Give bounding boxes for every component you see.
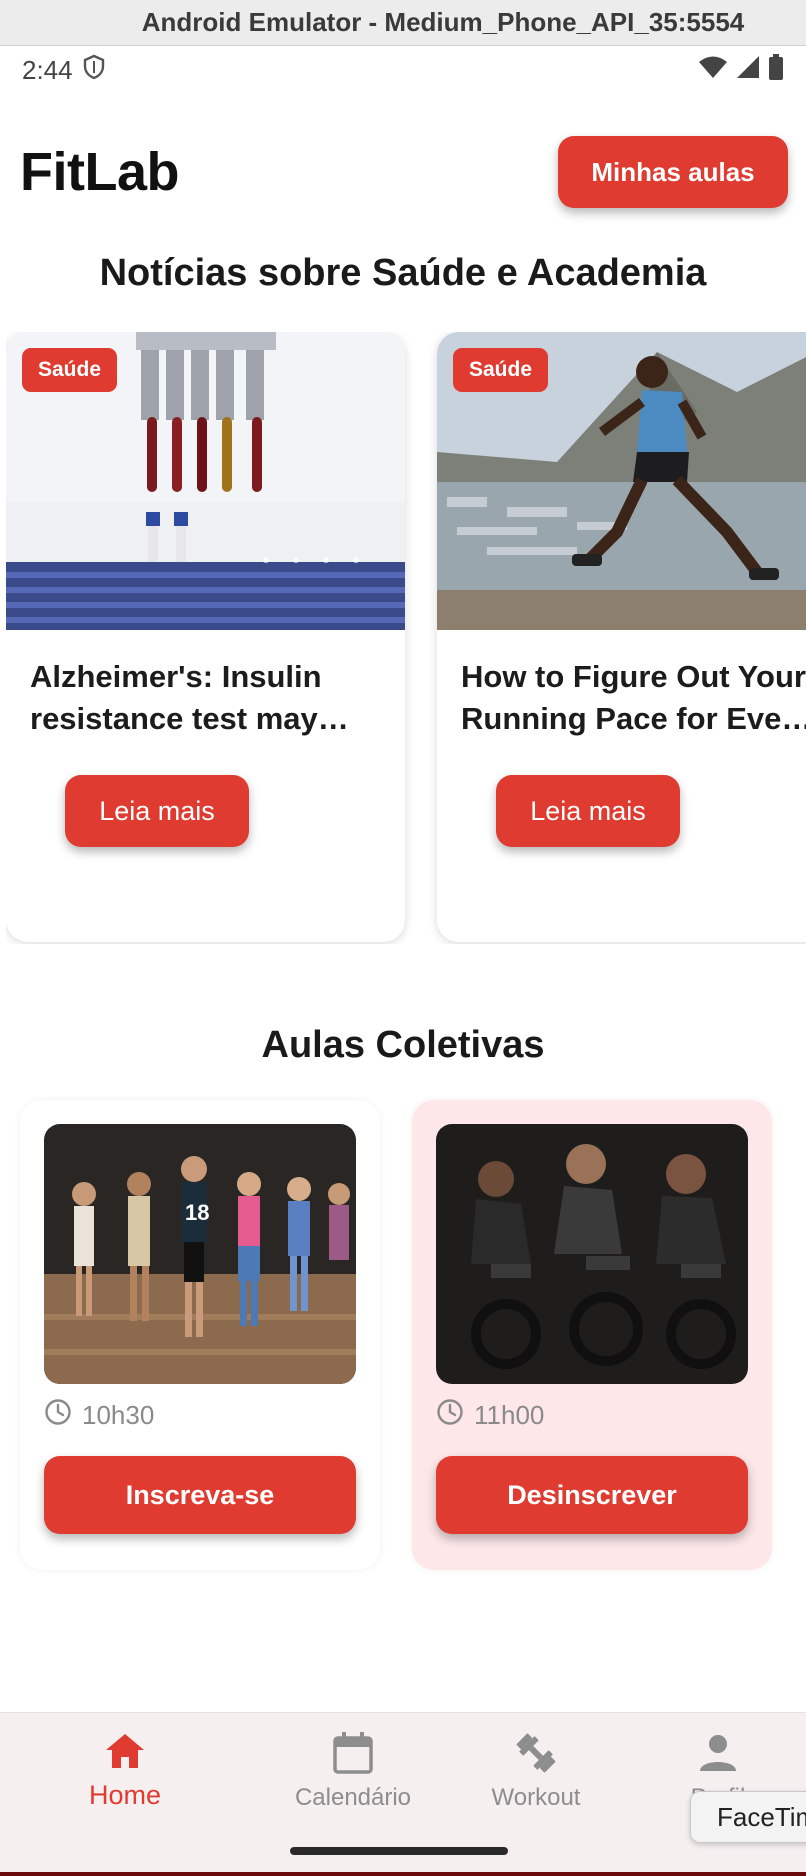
read-more-button[interactable]: Leia mais <box>496 775 680 847</box>
news-badge: Saúde <box>453 348 549 392</box>
wifi-icon <box>698 55 728 86</box>
classes-list: 18 10h30 Inscreva-se 11h00 Desinscrever <box>0 1100 806 1572</box>
nav-item-workout[interactable]: Workout <box>456 1731 616 1812</box>
nav-label: Home <box>88 1780 162 1810</box>
class-card: 11h00 Desinscrever <box>412 1100 772 1570</box>
nav-label: Calendário <box>294 1784 412 1811</box>
signal-icon <box>736 55 760 86</box>
news-card[interactable]: Saúde Alzheimer's: Insulin resistance te… <box>6 332 405 942</box>
app-header: FitLab Minhas aulas <box>0 130 806 214</box>
clock-icon <box>436 1398 464 1433</box>
window-bottom-edge <box>0 1872 806 1876</box>
calendar-icon <box>331 1731 375 1780</box>
battery-icon <box>768 53 784 87</box>
subscribe-button[interactable]: Inscreva-se <box>44 1456 356 1534</box>
home-icon <box>103 1731 147 1776</box>
status-bar: 2:44 <box>0 47 806 93</box>
facetime-tooltip: FaceTime <box>690 1791 806 1843</box>
nav-item-home[interactable]: Home <box>45 1731 205 1811</box>
my-classes-button[interactable]: Minhas aulas <box>558 136 788 208</box>
classes-section-title: Aulas Coletivas <box>261 1024 545 1066</box>
person-icon <box>696 1731 740 1780</box>
class-card: 18 10h30 Inscreva-se <box>20 1100 380 1570</box>
status-time: 2:44 <box>22 54 73 85</box>
lab-tubes-image: Saúde <box>6 332 405 630</box>
dumbbell-icon <box>514 1731 558 1780</box>
svg-text:18: 18 <box>185 1200 209 1225</box>
clock-icon <box>44 1398 72 1433</box>
runner-image: Saúde <box>437 332 806 630</box>
news-badge: Saúde <box>22 348 118 392</box>
emulator-title: Android Emulator - Medium_Phone_API_35:5… <box>141 7 745 37</box>
class-time-text: 11h00 <box>474 1400 545 1430</box>
news-headline: How to Figure Out Your Running Pace for … <box>461 659 806 736</box>
spinning-class-image <box>436 1124 748 1384</box>
dance-class-image: 18 <box>44 1124 356 1384</box>
class-time: 11h00 <box>436 1398 544 1433</box>
news-carousel[interactable]: Saúde Alzheimer's: Insulin resistance te… <box>6 332 806 944</box>
gesture-home-indicator[interactable] <box>290 1847 508 1855</box>
nav-label: Workout <box>491 1784 581 1811</box>
news-headline: Alzheimer's: Insulin resistance test may… <box>30 659 322 736</box>
read-more-button[interactable]: Leia mais <box>65 775 249 847</box>
emulator-titlebar: Android Emulator - Medium_Phone_API_35:5… <box>0 0 806 46</box>
class-time-text: 10h30 <box>82 1400 155 1430</box>
bottom-navigation: Home Calendário Workout Perfil FaceTime <box>0 1712 806 1876</box>
unsubscribe-button[interactable]: Desinscrever <box>436 1456 748 1534</box>
shield-icon <box>83 54 105 87</box>
app-title: FitLab <box>20 142 179 202</box>
news-card[interactable]: Saúde How to Figure Out Your Running Pac… <box>437 332 806 942</box>
news-section-title: Notícias sobre Saúde e Academia <box>99 252 707 294</box>
class-time: 10h30 <box>44 1398 154 1433</box>
nav-item-calendar[interactable]: Calendário <box>273 1731 433 1812</box>
